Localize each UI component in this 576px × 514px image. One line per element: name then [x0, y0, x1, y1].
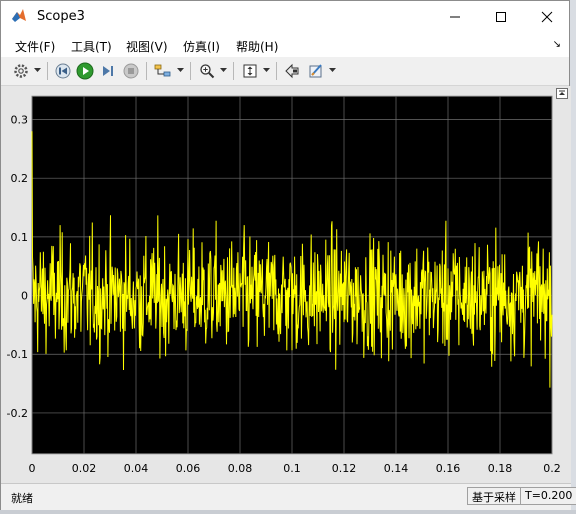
chevron-down-icon: [329, 67, 336, 72]
window-title: Scope3: [37, 9, 85, 24]
sim-time-indicator: T=0.200: [520, 487, 576, 505]
zoom-icon: [200, 64, 215, 79]
menu-simulation[interactable]: 仿真(I): [183, 38, 220, 55]
toolbar-separator: [47, 62, 48, 80]
signal-selector-dropdown[interactable]: [177, 65, 184, 75]
x-tick-label: 0.2: [543, 462, 561, 475]
scope-chart[interactable]: 0 0.02 0.04 0.06 0.08 0.1 0.12 0.14 0.16 0.18 0.2 0…: [1, 86, 571, 483]
menu-file[interactable]: 文件(F): [15, 38, 55, 55]
chevron-down-icon: [34, 67, 41, 72]
signal-selector-button[interactable]: [153, 61, 173, 81]
title-bar[interactable]: Scope3: [1, 1, 569, 33]
x-tick-label: 0.14: [384, 462, 409, 475]
pin-icon[interactable]: ↘: [553, 39, 561, 50]
signal-selector-icon: [154, 64, 171, 77]
expand-icon: [559, 90, 565, 95]
highlight-simulink-block-icon: [285, 63, 299, 79]
background-desktop-bottom: [0, 510, 576, 514]
x-tick-label: 0.02: [72, 462, 97, 475]
y-tick-label: 0.1: [11, 231, 29, 244]
style-dropdown[interactable]: [329, 65, 336, 75]
y-tick-label: 0.3: [11, 113, 29, 126]
stop-button[interactable]: [121, 61, 141, 81]
scale-axes-dropdown[interactable]: [263, 65, 270, 75]
toolbar-separator: [146, 62, 147, 80]
zoom-dropdown[interactable]: [220, 65, 227, 75]
minimize-icon: [450, 16, 460, 18]
toolbar: [1, 57, 569, 86]
close-icon: [541, 11, 553, 23]
minimize-button[interactable]: [432, 1, 478, 33]
stop-icon: [123, 63, 139, 79]
run-icon: [76, 62, 94, 80]
zoom-button[interactable]: [197, 61, 217, 81]
step-back-button[interactable]: [53, 61, 73, 81]
step-forward-icon: [103, 66, 113, 76]
x-tick-label: 0.1: [283, 462, 301, 475]
matlab-icon: [12, 9, 26, 22]
menu-help[interactable]: 帮助(H): [236, 38, 278, 55]
x-tick-label: 0.04: [124, 462, 149, 475]
run-button[interactable]: [75, 61, 95, 81]
close-button[interactable]: [524, 1, 570, 33]
scope-window: Scope3 文件(F) 工具(T) 视图(V) 仿真(I) 帮助(H) ↘ 0…: [0, 0, 576, 510]
x-tick-label: 0: [29, 462, 36, 475]
y-tick-label: 0: [21, 290, 28, 303]
chevron-down-icon: [177, 67, 184, 72]
y-tick-label: -0.1: [7, 348, 28, 361]
toolbar-separator: [233, 62, 234, 80]
step-forward-button[interactable]: [98, 61, 118, 81]
chevron-down-icon: [263, 67, 270, 72]
menu-view[interactable]: 视图(V): [126, 38, 168, 55]
maximize-button[interactable]: [478, 1, 524, 33]
settings-button[interactable]: [11, 61, 31, 81]
sample-mode-indicator: 基于采样: [467, 487, 521, 505]
maximize-icon: [496, 12, 506, 22]
x-tick-label: 0.06: [176, 462, 201, 475]
step-back-icon: [55, 63, 71, 79]
chevron-down-icon: [220, 67, 227, 72]
settings-dropdown[interactable]: [34, 65, 41, 75]
y-tick-label: 0.2: [11, 172, 29, 185]
style-button[interactable]: [306, 61, 326, 81]
toolbar-separator: [276, 62, 277, 80]
legend-toggle-button[interactable]: [556, 88, 568, 99]
menu-tools[interactable]: 工具(T): [71, 38, 112, 55]
x-tick-label: 0.18: [488, 462, 513, 475]
style-icon: [309, 64, 322, 78]
status-message: 就绪: [11, 492, 33, 505]
x-tick-label: 0.08: [228, 462, 253, 475]
menu-bar: 文件(F) 工具(T) 视图(V) 仿真(I) 帮助(H) ↘: [1, 33, 569, 57]
scale-axes-icon: [243, 64, 257, 78]
plot-area: 0 0.02 0.04 0.06 0.08 0.1 0.12 0.14 0.16 0.18 0.2 0…: [1, 86, 571, 483]
highlight-block-button[interactable]: [282, 61, 302, 81]
settings-icon: [14, 64, 28, 78]
x-tick-label: 0.12: [332, 462, 357, 475]
scale-axes-button[interactable]: [240, 61, 260, 81]
y-tick-label: -0.2: [7, 407, 28, 420]
toolbar-separator: [190, 62, 191, 80]
x-tick-label: 0.16: [436, 462, 461, 475]
status-bar: 就绪 基于采样 T=0.200: [1, 483, 576, 510]
